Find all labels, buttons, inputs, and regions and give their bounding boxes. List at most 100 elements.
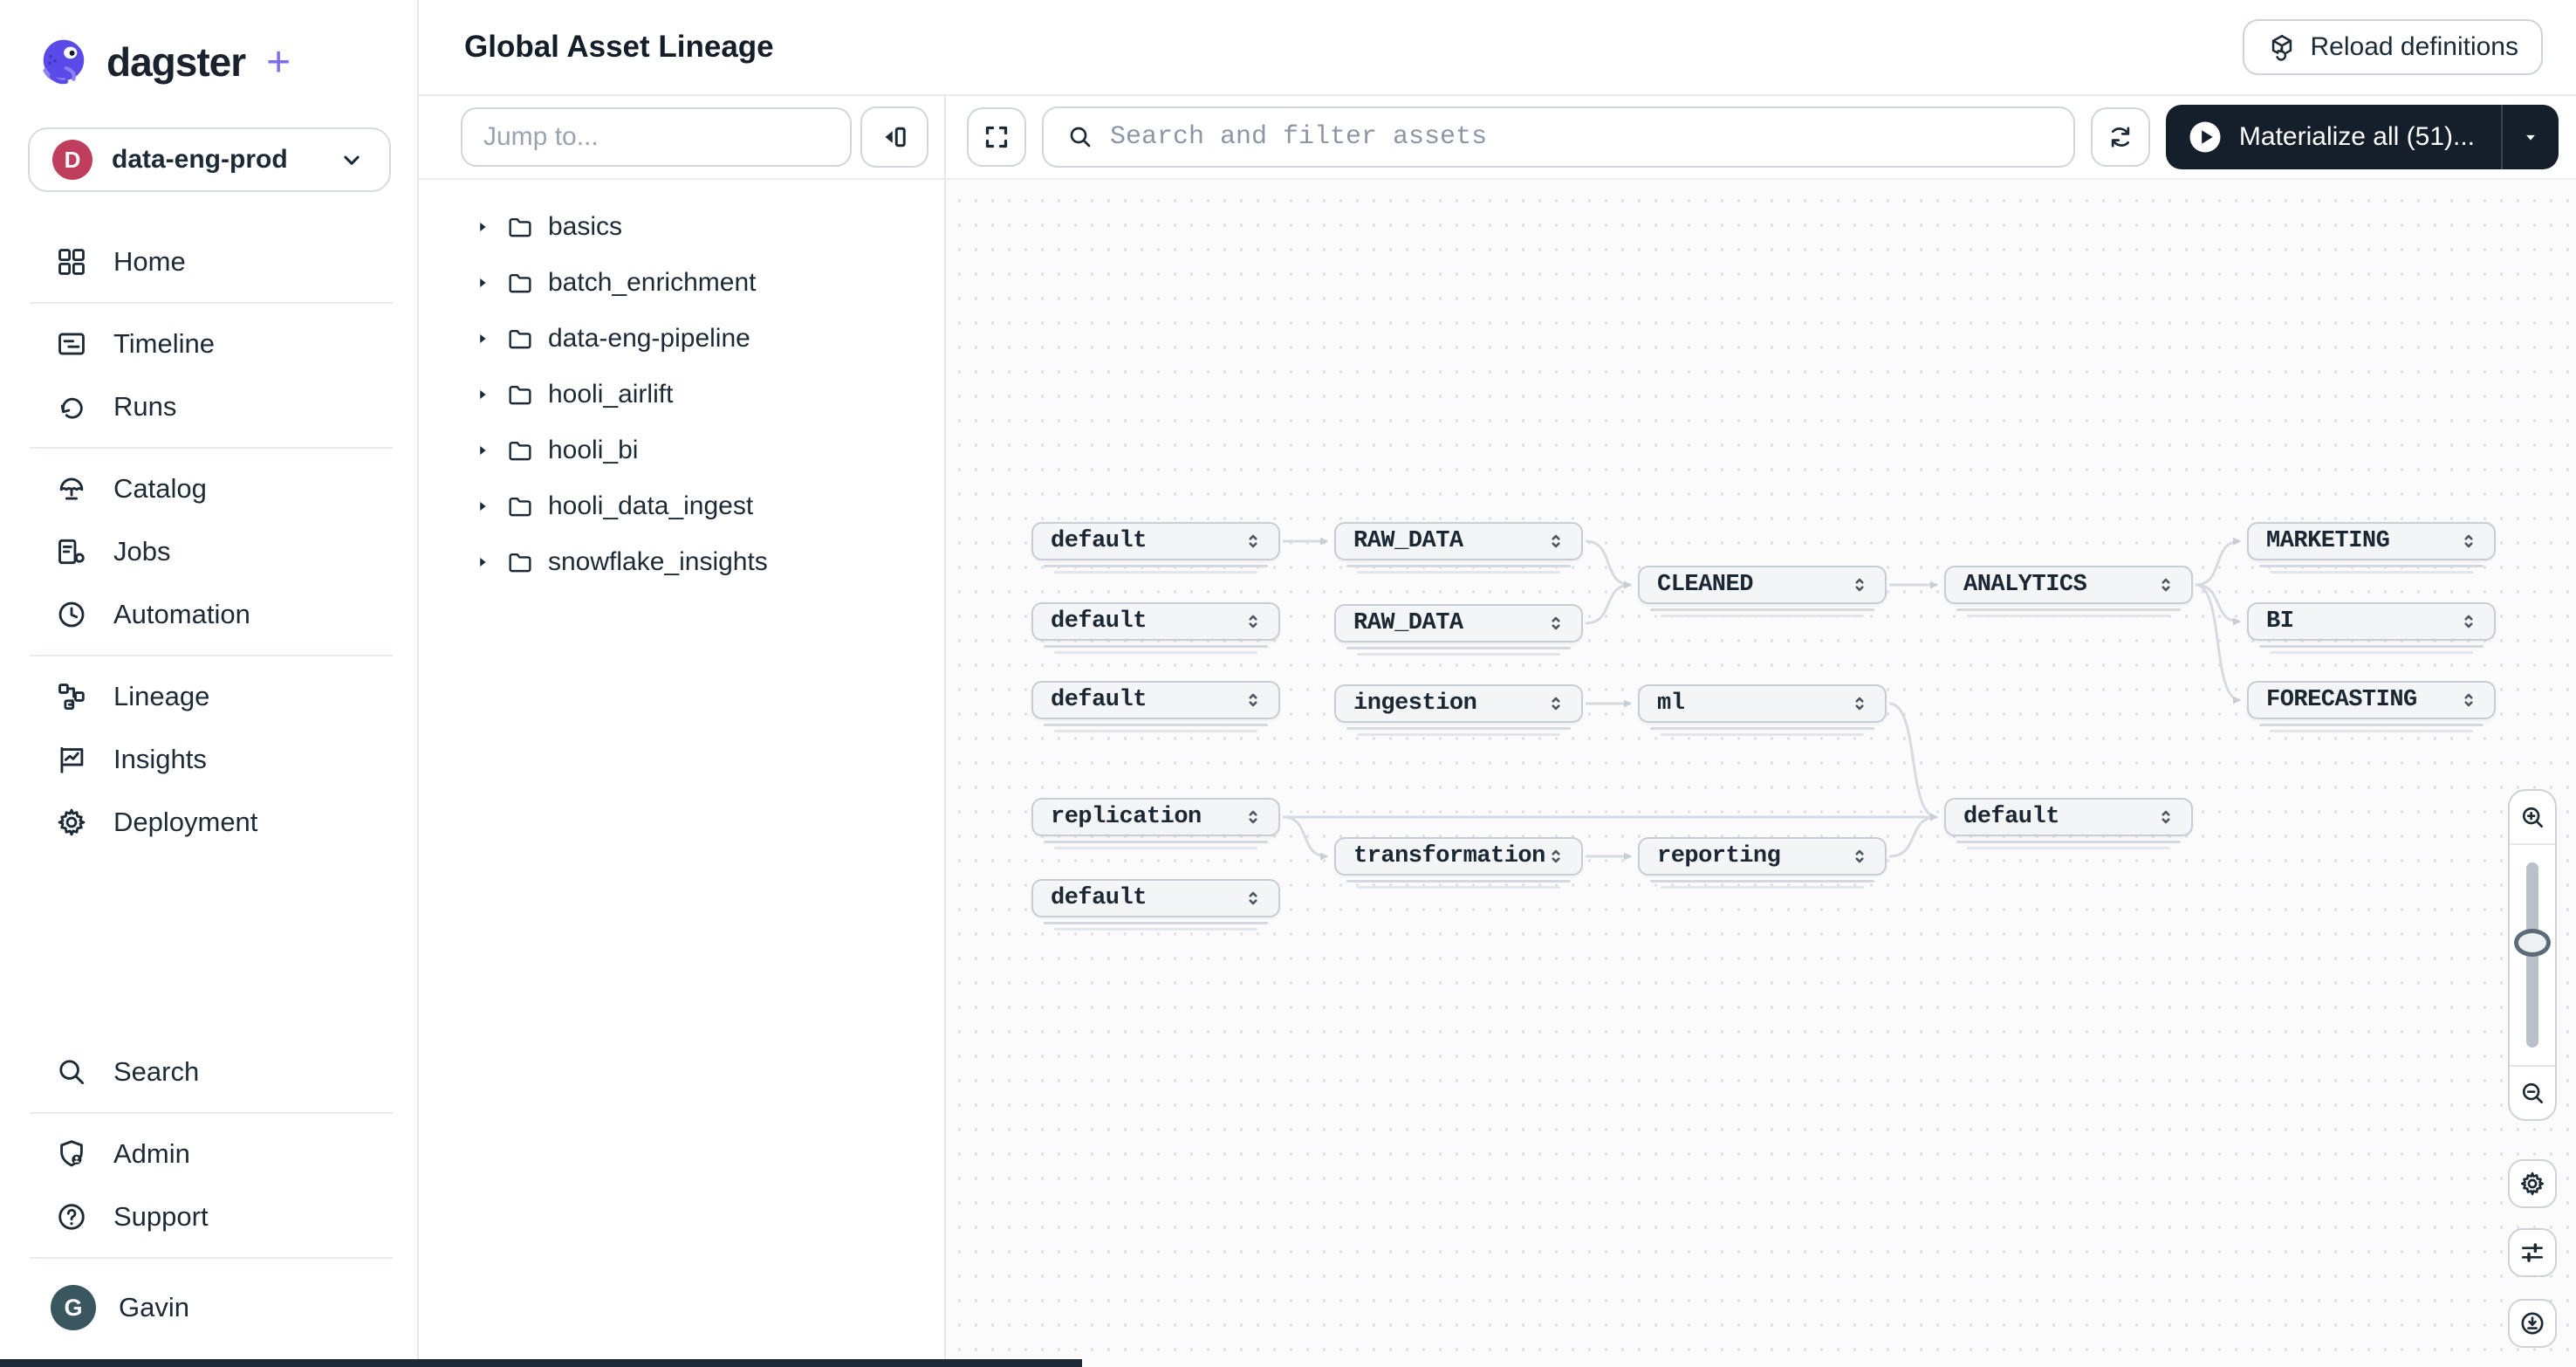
page-title: Global Asset Lineage: [464, 30, 774, 65]
unfold-icon[interactable]: [2457, 689, 2480, 711]
asset-group-node-ml[interactable]: ml: [1638, 684, 1887, 723]
asset-group-node-transformation[interactable]: transformation: [1334, 837, 1583, 876]
unfold-icon[interactable]: [1545, 845, 1567, 868]
tune-icon: [2518, 1239, 2546, 1267]
materialize-options-caret[interactable]: [2503, 126, 2559, 148]
sidebar-item-jobs[interactable]: Jobs: [0, 520, 417, 583]
zoom-in-button[interactable]: [2510, 791, 2555, 845]
unfold-icon[interactable]: [1848, 692, 1871, 715]
tree-item-batch_enrichment[interactable]: batch_enrichment: [419, 255, 944, 311]
lineage-edge: [2196, 541, 2240, 585]
tree-item-hooli_bi[interactable]: hooli_bi: [419, 422, 944, 478]
asset-group-node-forecasting[interactable]: FORECASTING: [2247, 681, 2496, 719]
unfold-icon[interactable]: [1848, 845, 1871, 868]
sidebar-item-timeline[interactable]: Timeline: [0, 313, 417, 375]
sidebar-item-lineage[interactable]: Lineage: [0, 665, 417, 728]
caret-right-icon[interactable]: [473, 441, 492, 460]
download-image-button[interactable]: [2508, 1299, 2557, 1348]
deployment-badge: D: [52, 140, 92, 180]
node-label: CLEANED: [1657, 572, 1848, 598]
asset-group-node-rawdata2[interactable]: RAW_DATA: [1334, 604, 1583, 642]
user-menu[interactable]: G Gavin: [0, 1267, 417, 1348]
graph-settings-button[interactable]: [2508, 1159, 2557, 1208]
graph-filters-button[interactable]: [2508, 1228, 2557, 1277]
asset-group-node-reporting[interactable]: reporting: [1638, 837, 1887, 876]
sidebar-item-insights[interactable]: Insights: [0, 728, 417, 791]
folder-icon: [506, 436, 534, 464]
unfold-icon[interactable]: [1545, 692, 1567, 715]
tree-panel-toolbar: [419, 96, 944, 180]
asset-group-node-default5[interactable]: default: [1031, 879, 1280, 917]
refresh-button[interactable]: [2091, 107, 2150, 167]
unfold-icon[interactable]: [1545, 612, 1567, 635]
sidebar: dagster + D data-eng-prod HomeTimelineRu…: [0, 0, 419, 1367]
asset-search-input[interactable]: [1110, 122, 2051, 152]
asset-group-node-default_r[interactable]: default: [1944, 798, 2193, 836]
unfold-icon[interactable]: [2457, 610, 2480, 633]
zoom-slider[interactable]: [2510, 845, 2555, 1065]
caret-right-icon[interactable]: [473, 217, 492, 237]
tree-item-data-eng-pipeline[interactable]: data-eng-pipeline: [419, 311, 944, 367]
asset-group-node-cleaned[interactable]: CLEANED: [1638, 566, 1887, 604]
unfold-icon[interactable]: [1242, 806, 1264, 828]
unfold-icon[interactable]: [1242, 530, 1264, 553]
caret-right-icon[interactable]: [473, 329, 492, 348]
tree-item-basics[interactable]: basics: [419, 199, 944, 255]
caret-right-icon[interactable]: [473, 385, 492, 404]
tree-item-hooli_airlift[interactable]: hooli_airlift: [419, 367, 944, 422]
zoom-slider-thumb[interactable]: [2514, 929, 2551, 957]
asset-group-node-marketing[interactable]: MARKETING: [2247, 522, 2496, 560]
unfold-icon[interactable]: [1545, 530, 1567, 553]
sidebar-item-search[interactable]: Search: [0, 1041, 417, 1103]
asset-group-node-default1[interactable]: default: [1031, 522, 1280, 560]
sidebar-item-admin[interactable]: Admin: [0, 1123, 417, 1185]
asset-group-node-bi[interactable]: BI: [2247, 602, 2496, 641]
deployment-switcher[interactable]: D data-eng-prod: [28, 127, 391, 192]
collapse-panel-button[interactable]: [860, 106, 928, 168]
divider: [30, 447, 393, 449]
sidebar-item-catalog[interactable]: Catalog: [0, 457, 417, 520]
unfold-icon[interactable]: [2155, 574, 2177, 596]
unfold-icon[interactable]: [1848, 574, 1871, 596]
lineage-canvas[interactable]: defaultRAW_DATAdefaultRAW_DATACLEANEDANA…: [946, 180, 2576, 1367]
tree-item-label: basics: [548, 212, 622, 242]
asset-group-node-analytics[interactable]: ANALYTICS: [1944, 566, 2193, 604]
sidebar-item-label: Admin: [113, 1138, 190, 1170]
unfold-icon[interactable]: [2457, 530, 2480, 553]
divider: [30, 655, 393, 656]
sidebar-item-label: Automation: [113, 599, 250, 630]
reload-definitions-button[interactable]: Reload definitions: [2243, 19, 2544, 75]
fit-view-button[interactable]: [967, 107, 1026, 167]
tree-item-label: batch_enrichment: [548, 268, 756, 298]
sidebar-item-deployment[interactable]: Deployment: [0, 791, 417, 854]
caret-right-icon[interactable]: [473, 553, 492, 572]
sidebar-item-runs[interactable]: Runs: [0, 375, 417, 438]
asset-group-node-replication[interactable]: replication: [1031, 798, 1280, 836]
sidebar-item-automation[interactable]: Automation: [0, 583, 417, 646]
sidebar-item-label: Deployment: [113, 807, 257, 838]
tree-item-label: hooli_data_ingest: [548, 491, 753, 521]
asset-group-node-ingestion[interactable]: ingestion: [1334, 684, 1583, 723]
runs-icon: [54, 389, 89, 424]
lineage-edge: [1586, 541, 1631, 585]
tree-item-hooli_data_ingest[interactable]: hooli_data_ingest: [419, 478, 944, 534]
asset-search-box[interactable]: [1042, 106, 2075, 168]
asset-group-node-rawdata1[interactable]: RAW_DATA: [1334, 522, 1583, 560]
asset-tree-panel: basicsbatch_enrichmentdata-eng-pipelineh…: [419, 96, 946, 1367]
unfold-icon[interactable]: [1242, 610, 1264, 633]
asset-group-node-default2[interactable]: default: [1031, 602, 1280, 641]
sidebar-item-support[interactable]: Support: [0, 1185, 417, 1248]
jump-to-input[interactable]: [461, 107, 852, 167]
sidebar-item-home[interactable]: Home: [0, 230, 417, 293]
asset-group-node-default3[interactable]: default: [1031, 681, 1280, 719]
page-header: Global Asset Lineage Reload definitions: [419, 0, 2576, 96]
unfold-icon[interactable]: [1242, 887, 1264, 910]
caret-right-icon[interactable]: [473, 497, 492, 516]
unfold-icon[interactable]: [1242, 689, 1264, 711]
lineage-graph-area: Materialize all (51)...: [946, 96, 2576, 1367]
unfold-icon[interactable]: [2155, 806, 2177, 828]
materialize-all-button[interactable]: Materialize all (51)...: [2166, 105, 2559, 169]
tree-item-snowflake_insights[interactable]: snowflake_insights: [419, 534, 944, 590]
zoom-out-button[interactable]: [2510, 1065, 2555, 1119]
caret-right-icon[interactable]: [473, 273, 492, 292]
